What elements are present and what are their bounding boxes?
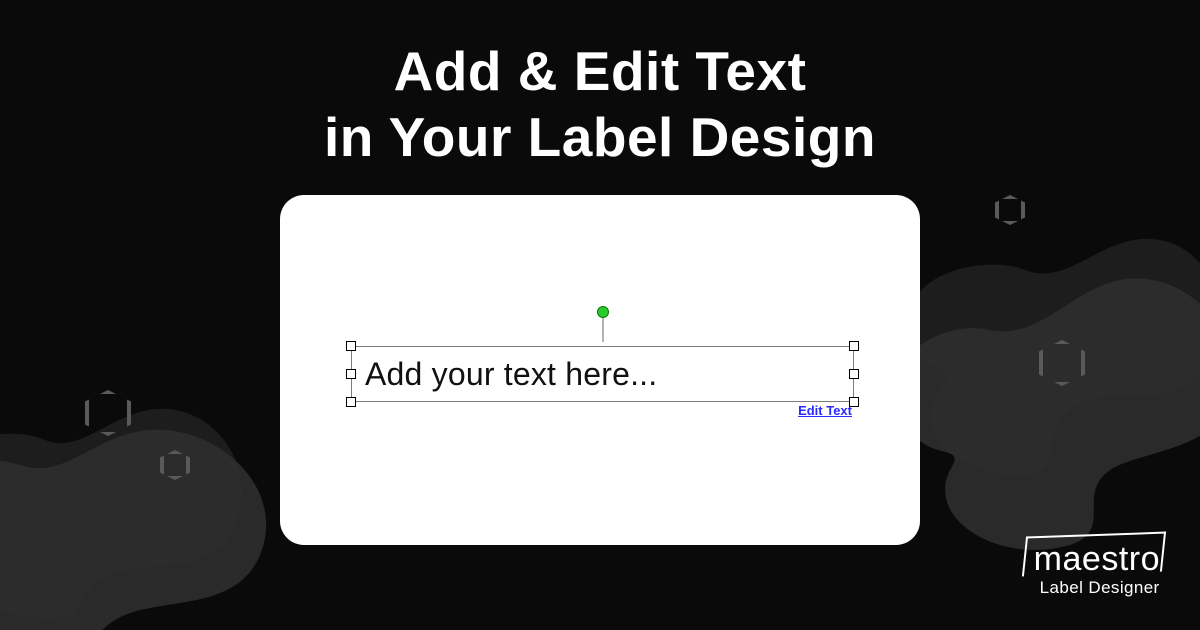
text-placeholder[interactable]: Add your text here... [355, 350, 850, 398]
resize-handle-mid-left[interactable] [346, 369, 356, 379]
edit-text-link[interactable]: Edit Text [798, 403, 852, 418]
rotation-handle[interactable] [597, 306, 609, 318]
rotation-stem [602, 316, 603, 342]
title-line-1: Add & Edit Text [394, 40, 807, 102]
resize-handle-mid-right[interactable] [849, 369, 859, 379]
brand-subtitle: Label Designer [1040, 578, 1160, 598]
text-object-selected[interactable]: Add your text here... Edit Text [355, 350, 850, 398]
page-title: Add & Edit Text in Your Label Design [0, 38, 1200, 170]
design-canvas[interactable]: Add your text here... Edit Text [280, 195, 920, 545]
resize-handle-bottom-left[interactable] [346, 397, 356, 407]
resize-handle-top-left[interactable] [346, 341, 356, 351]
brand-logo: maestro Label Designer [1034, 542, 1160, 598]
logo-frame [1022, 532, 1166, 577]
blob-shape [0, 340, 270, 620]
resize-handle-top-right[interactable] [849, 341, 859, 351]
title-line-2: in Your Label Design [324, 106, 876, 168]
